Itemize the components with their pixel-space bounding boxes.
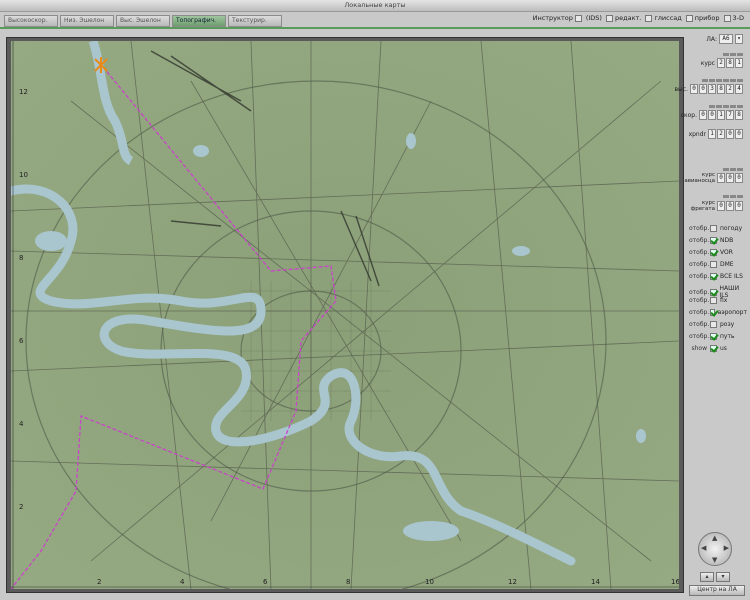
aircraft-dropdown-icon[interactable]: ▾: [735, 34, 743, 44]
toggle-fix[interactable]: отобр. fix: [689, 297, 747, 304]
instructor-option[interactable]: Инструктор: [533, 14, 582, 22]
all-ils-checkbox[interactable]: [710, 273, 717, 280]
tab-underline: [0, 27, 750, 29]
frigate-course-field: курс фрегата 0 0 0: [691, 200, 743, 212]
x-tick-2: 2: [97, 578, 101, 586]
zoom-out-button[interactable]: ▾: [716, 572, 730, 582]
y-tick-12: 12: [19, 88, 28, 96]
x-tick-10: 10: [425, 578, 434, 586]
x-tick-6: 6: [263, 578, 268, 586]
speed-arrows[interactable]: [709, 105, 743, 109]
speed-field: скор. 0 0 1 7 8: [681, 110, 743, 120]
3d-option[interactable]: 3-D: [723, 14, 744, 22]
altitude-field: выс. 0 0 3 8 2 4: [675, 84, 743, 94]
ids-option[interactable]: (IDS): [586, 14, 602, 22]
zoom-in-button[interactable]: ▴: [700, 572, 714, 582]
x-tick-8: 8: [346, 578, 350, 586]
top-options: Инструктор (IDS) редакт. глиссад прибор …: [533, 14, 744, 22]
center-on-aircraft-button[interactable]: Центр на ЛА: [689, 585, 745, 596]
pan-up-icon[interactable]: ▲: [712, 534, 717, 542]
toggle-rose[interactable]: отобр. розу: [689, 321, 747, 328]
course-arrows[interactable]: [723, 53, 743, 57]
toggle-vor[interactable]: отобр. VOR: [689, 249, 747, 256]
frigate-course-arrows[interactable]: [723, 195, 743, 199]
y-tick-4: 4: [19, 420, 24, 428]
x-tick-14: 14: [591, 578, 600, 586]
tab-low-level[interactable]: Низ. Эшелон: [60, 15, 114, 27]
zoom-out-icon: ▾: [721, 573, 725, 580]
weather-checkbox[interactable]: [710, 225, 717, 232]
window-title: Локальные карты: [0, 0, 750, 12]
pan-right-icon[interactable]: ▶: [724, 544, 729, 552]
tab-high-level[interactable]: Выс. Эшелон: [116, 15, 170, 27]
instrument-checkbox[interactable]: [685, 14, 693, 22]
3d-checkbox[interactable]: [723, 14, 731, 22]
x-tick-12: 12: [508, 578, 517, 586]
pan-control[interactable]: ▲ ▼ ◀ ▶: [698, 532, 732, 566]
xpndr-field: xpndr 1 2 0 0: [689, 129, 743, 139]
y-tick-6: 6: [19, 337, 24, 345]
pan-down-icon[interactable]: ▼: [712, 556, 717, 564]
map-tabs: Высокоскор. Низ. Эшелон Выс. Эшелон Топо…: [4, 15, 282, 27]
tab-textured[interactable]: Текстурир.: [228, 15, 282, 27]
aircraft-selector: ЛА: A6 ▾: [706, 34, 743, 44]
ndb-checkbox[interactable]: [710, 237, 717, 244]
us-checkbox[interactable]: [710, 345, 717, 352]
carrier-course-field: курс авианосца 0 0 0: [684, 172, 743, 184]
rose-checkbox[interactable]: [710, 321, 717, 328]
y-tick-2: 2: [19, 503, 23, 511]
vor-checkbox[interactable]: [710, 249, 717, 256]
glideslope-checkbox[interactable]: [645, 14, 653, 22]
toggle-path[interactable]: отобр. путь: [689, 333, 747, 340]
edit-option[interactable]: редакт.: [605, 14, 641, 22]
map-frame: 2 4 6 8 10 12 14 16 12 10 8 6 4 2: [6, 37, 684, 593]
zoom-in-icon: ▴: [705, 573, 709, 580]
fix-checkbox[interactable]: [710, 297, 717, 304]
toggle-all-ils[interactable]: отобр. ВСЕ ILS: [689, 273, 747, 280]
toggle-ndb[interactable]: отобр. NDB: [689, 237, 747, 244]
dme-checkbox[interactable]: [710, 261, 717, 268]
edit-checkbox[interactable]: [605, 14, 613, 22]
aircraft-value[interactable]: A6: [719, 34, 733, 44]
y-tick-8: 8: [19, 254, 23, 262]
x-tick-4: 4: [180, 578, 185, 586]
instructor-checkbox[interactable]: [574, 14, 582, 22]
airport-checkbox[interactable]: [710, 309, 715, 316]
instrument-option[interactable]: прибор: [685, 14, 720, 22]
topographic-map[interactable]: 2 4 6 8 10 12 14 16 12 10 8 6 4 2: [11, 41, 679, 589]
control-panel: ЛА: A6 ▾ курс 2 8 1 выс. 0 0 3 8 2 4 ско…: [675, 32, 747, 597]
course-field: курс 2 8 1: [701, 58, 743, 68]
toggle-airport[interactable]: отобр. аэропорт: [689, 309, 747, 316]
pan-left-icon[interactable]: ◀: [701, 544, 706, 552]
altitude-arrows[interactable]: [702, 79, 743, 83]
toggle-weather[interactable]: отобр. погоду: [689, 225, 747, 232]
tab-high-speed[interactable]: Высокоскор.: [4, 15, 58, 27]
toggle-dme[interactable]: отобр. DME: [689, 261, 747, 268]
x-tick-16: 16: [671, 578, 679, 586]
our-ils-checkbox[interactable]: [710, 288, 717, 296]
glideslope-option[interactable]: глиссад: [645, 14, 682, 22]
path-checkbox[interactable]: [710, 333, 717, 340]
tab-topographic[interactable]: Топографич.: [172, 15, 226, 27]
y-tick-10: 10: [19, 171, 28, 179]
toggle-us[interactable]: show us: [689, 345, 747, 352]
